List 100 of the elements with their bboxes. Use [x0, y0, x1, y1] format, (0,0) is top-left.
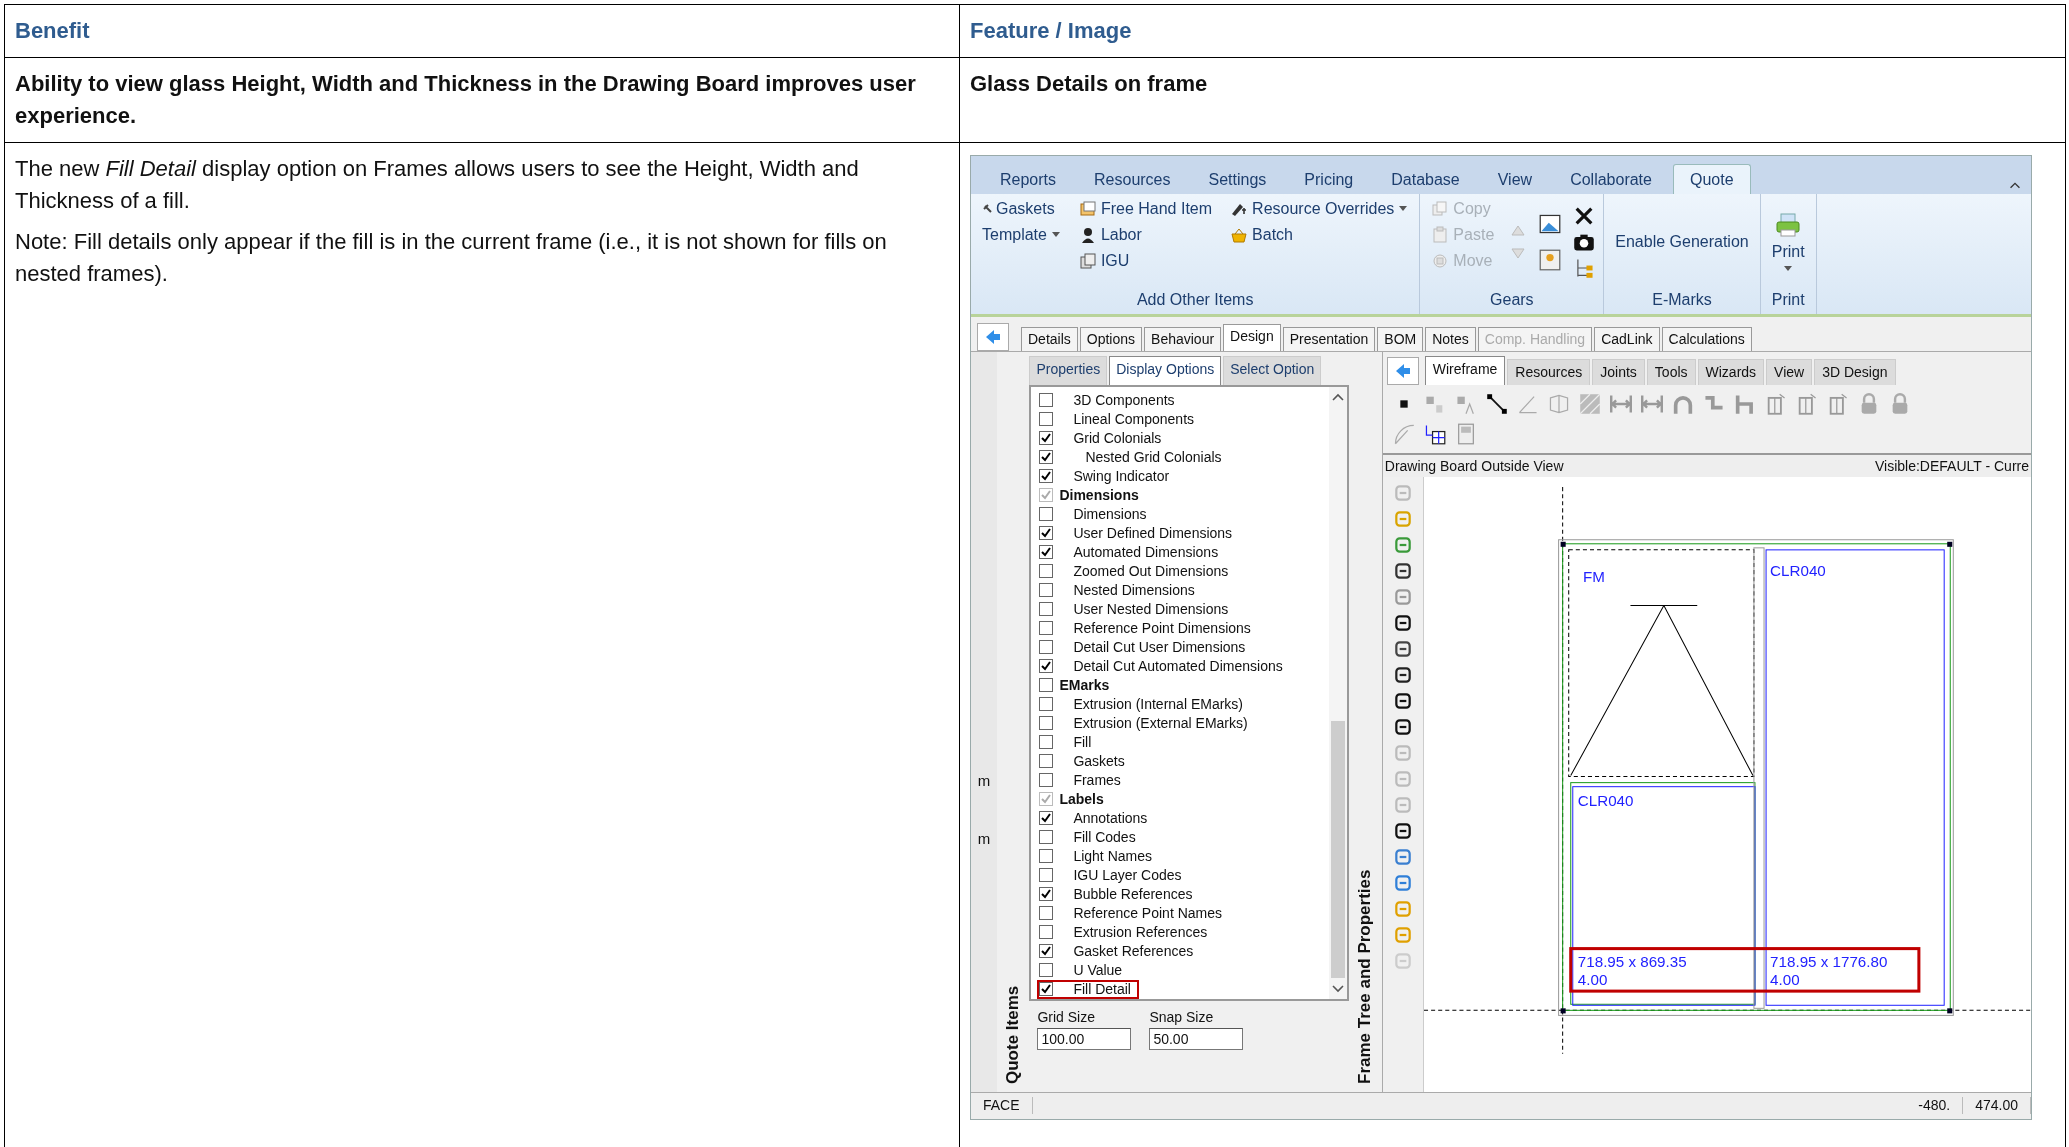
panel-title: Quote Items	[1002, 984, 1023, 1086]
ribbon-tab[interactable]: Collaborate	[1553, 163, 1669, 194]
ribbon-tab[interactable]: Reports	[983, 163, 1074, 194]
panel-tab[interactable]: Properties	[1029, 355, 1108, 385]
ribbon-button[interactable]: Batch	[1227, 223, 1412, 246]
checkbox[interactable]	[1039, 621, 1054, 636]
checkbox[interactable]	[1039, 526, 1054, 541]
option-label: Grid Colonials	[1072, 429, 1162, 447]
ribbon-tab[interactable]: Database	[1374, 163, 1477, 194]
option-label: Labels	[1059, 790, 1104, 808]
view-title: Drawing Board Outside View	[1384, 457, 1564, 475]
document-tab[interactable]: Details	[1021, 327, 1078, 351]
ribbon-button[interactable]: Resource Overrides	[1227, 197, 1412, 220]
checkbox[interactable]	[1039, 678, 1054, 693]
group-label: Print	[1770, 289, 1806, 310]
document-tab[interactable]: BOM	[1377, 327, 1424, 351]
ribbon-button[interactable]: Gaskets	[979, 197, 1064, 220]
checkbox[interactable]	[1039, 431, 1054, 446]
ribbon-tab[interactable]: Quote	[1672, 163, 1751, 194]
scrollbar[interactable]	[1329, 386, 1348, 999]
document-tab[interactable]: Calculations	[1661, 327, 1752, 351]
checkbox[interactable]	[1039, 564, 1054, 579]
option-label: Gaskets	[1072, 752, 1125, 770]
view-tab[interactable]: Joints	[1592, 358, 1645, 385]
input-field[interactable]: 100.00	[1037, 1028, 1132, 1051]
ribbon-tab[interactable]: Resources	[1077, 163, 1188, 194]
ribbon-button[interactable]: Enable Generation	[1612, 231, 1752, 254]
back-button[interactable]	[1386, 356, 1419, 385]
picture-icon	[1539, 213, 1562, 236]
view-tab[interactable]: Tools	[1646, 358, 1696, 385]
checkbox[interactable]	[1039, 450, 1054, 465]
ribbon-tab[interactable]: View	[1480, 163, 1550, 194]
ribbon-tab[interactable]: Settings	[1191, 163, 1284, 194]
scroll-down-icon	[1332, 983, 1345, 993]
span-icon	[1640, 392, 1663, 415]
document-tab[interactable]: Presentation	[1282, 327, 1376, 351]
view-tab[interactable]: View	[1766, 358, 1813, 385]
checkbox[interactable]	[1039, 906, 1054, 921]
document-tab[interactable]: Behaviour	[1144, 327, 1222, 351]
document-tab[interactable]: CadLink	[1594, 327, 1660, 351]
checkbox[interactable]	[1039, 887, 1054, 902]
checkbox[interactable]	[1039, 583, 1054, 598]
option-label: Light Names	[1072, 847, 1152, 865]
input-field[interactable]: 50.00	[1149, 1028, 1244, 1051]
view-tab[interactable]: Wireframe	[1424, 355, 1506, 385]
panel-title: Frame Tree and Properties	[1354, 868, 1376, 1086]
view-tab[interactable]: Wizards	[1697, 358, 1765, 385]
ribbon-button[interactable]: Template	[979, 223, 1064, 246]
checkbox[interactable]	[1039, 925, 1054, 940]
checkbox[interactable]	[1039, 412, 1054, 427]
form-icon	[1078, 199, 1097, 218]
panel-tab[interactable]: Select Option	[1223, 355, 1322, 385]
checkbox[interactable]	[1039, 830, 1054, 845]
status-text: 474.00	[1963, 1097, 2031, 1115]
group-label: E-Marks	[1651, 289, 1713, 310]
checkbox[interactable]	[1039, 849, 1054, 864]
option-label: Detail Cut Automated Dimensions	[1072, 657, 1283, 675]
document-tab[interactable]: Options	[1079, 327, 1143, 351]
checkbox[interactable]	[1039, 545, 1054, 560]
checkbox[interactable]	[1039, 811, 1054, 826]
option-label: Bubble References	[1072, 885, 1193, 903]
checkbox[interactable]	[1039, 716, 1054, 731]
checkbox[interactable]	[1039, 393, 1054, 408]
field-label: Grid Size	[1037, 1008, 1096, 1026]
option-label: Gasket References	[1072, 942, 1194, 960]
checkbox[interactable]	[1039, 944, 1054, 959]
field-label: Snap Size	[1149, 1008, 1215, 1026]
ribbon-button[interactable]: Labor	[1075, 223, 1216, 246]
option-label: Fill Detail	[1072, 980, 1131, 998]
frame-label: FM	[1582, 568, 1605, 586]
caret-icon	[1783, 264, 1794, 272]
back-button[interactable]	[977, 322, 1009, 351]
checkbox[interactable]	[1039, 469, 1054, 484]
status-text: -480.	[1906, 1097, 1964, 1115]
checkbox[interactable]	[1039, 868, 1054, 883]
document-tab[interactable]: Notes	[1425, 327, 1476, 351]
view-tab[interactable]: Resources	[1507, 358, 1591, 385]
checkbox[interactable]	[1039, 735, 1054, 750]
ribbon-button[interactable]: Print	[1768, 210, 1808, 274]
checkbox[interactable]	[1039, 507, 1054, 522]
checkbox[interactable]	[1039, 963, 1054, 978]
document-tab[interactable]: Design	[1223, 324, 1281, 351]
option-label: Extrusion (Internal EMarks)	[1072, 695, 1243, 713]
grid-import-icon	[1423, 422, 1446, 445]
ribbon-button[interactable]: Free Hand Item	[1075, 197, 1216, 220]
panes-icon	[1078, 251, 1097, 270]
checkbox[interactable]	[1039, 640, 1054, 655]
checkbox[interactable]	[1039, 773, 1054, 788]
box-icon	[1547, 392, 1570, 415]
ribbon-button[interactable]: IGU	[1075, 249, 1216, 272]
ribbon-tab[interactable]: Pricing	[1287, 163, 1371, 194]
option-label: EMarks	[1059, 676, 1110, 694]
checkbox[interactable]	[1039, 659, 1054, 674]
frame-icon	[1539, 249, 1562, 272]
checkbox[interactable]	[1039, 602, 1054, 617]
view-tab[interactable]: 3D Design	[1814, 358, 1896, 385]
checkbox[interactable]	[1039, 982, 1054, 997]
checkbox[interactable]	[1039, 754, 1054, 769]
panel-tab[interactable]: Display Options	[1109, 355, 1222, 385]
checkbox[interactable]	[1039, 697, 1054, 712]
